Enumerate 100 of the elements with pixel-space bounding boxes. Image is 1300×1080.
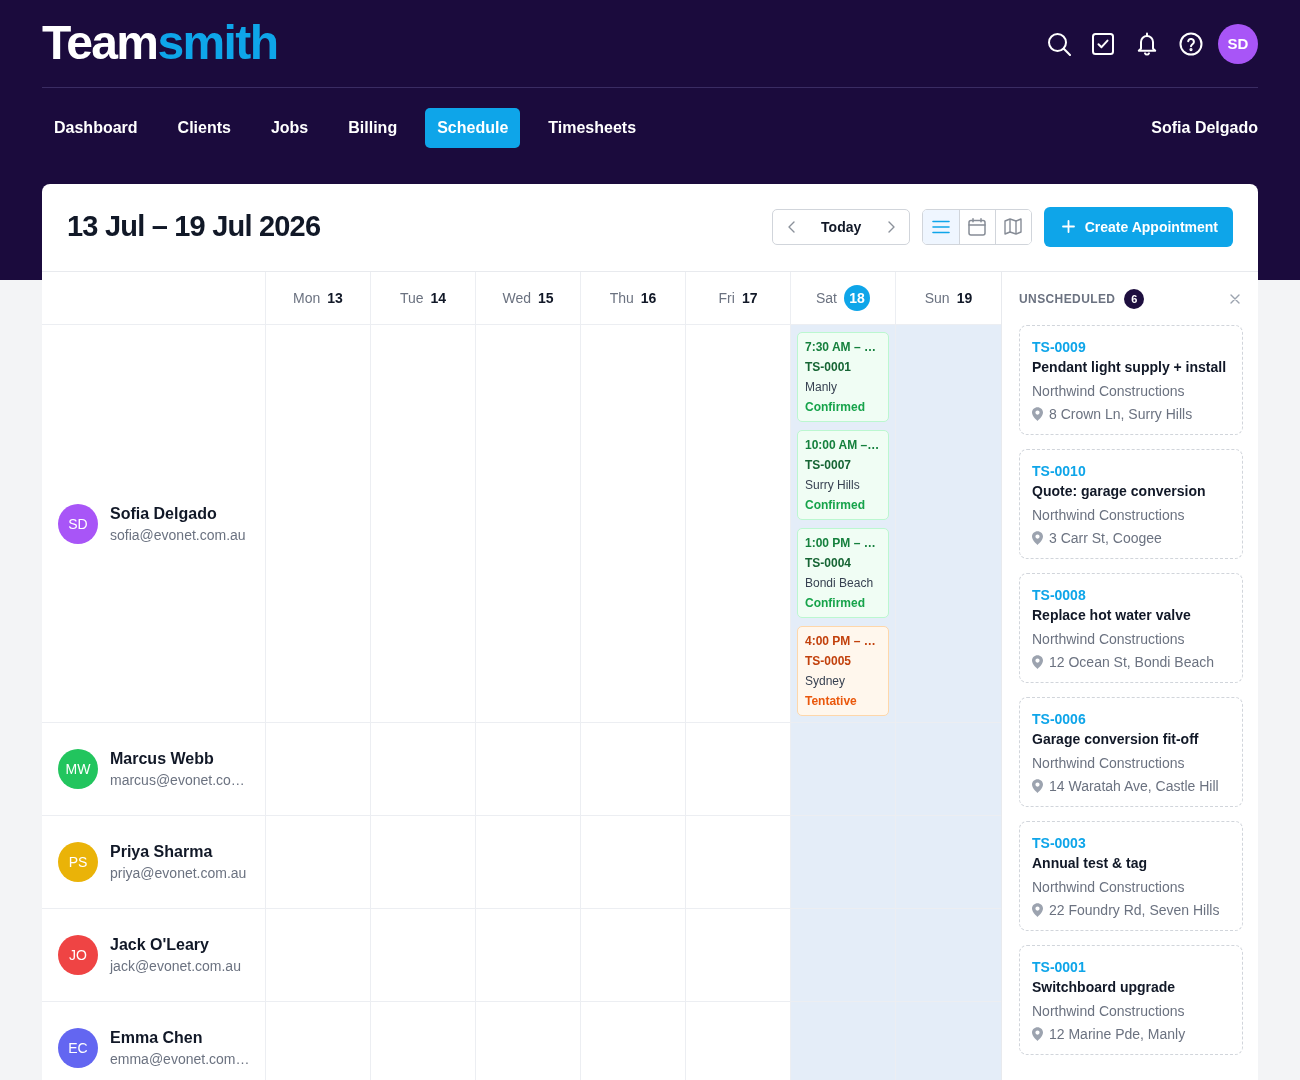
chevron-left-icon[interactable] (787, 220, 795, 233)
appointment-card[interactable]: 10:00 AM –… TS-0007 Surry Hills Confirmed (797, 430, 889, 520)
weekday-label: Sun (924, 290, 950, 306)
appointment-card[interactable]: 7:30 AM – … TS-0001 Manly Confirmed (797, 332, 889, 422)
avatar: SD (58, 503, 98, 544)
job-card[interactable]: TS-0006 Garage conversion fit-off Northwind Constructions 14 Waratah Ave, Castle Hill (1019, 697, 1243, 807)
status-label: Confirmed (805, 399, 866, 416)
schedule-cell[interactable] (686, 325, 791, 723)
appointment-location: Sydney (805, 673, 847, 690)
job-number: TS-0005 (805, 653, 853, 670)
avatar: MW (58, 749, 98, 789)
staff-name: Sofia Delgado (110, 503, 217, 524)
schedule-cell[interactable] (791, 909, 896, 1002)
nav-tab[interactable]: Clients (165, 108, 243, 148)
schedule-cell[interactable]: 7:30 AM – … TS-0001 Manly Confirmed 10:00 AM –… TS-0007 Surry Hills Confirmed 1:00 PM – … TS-0004 Bondi Beach Confirmed 4:00 PM – … TS-0005 Sydney Tentative (791, 325, 896, 723)
close-icon[interactable] (1230, 293, 1240, 304)
staff-email: priya@evonet.com.au (110, 864, 247, 883)
count-badge: 6 (1124, 288, 1145, 309)
job-address: 12 Ocean St, Bondi Beach (1049, 653, 1214, 672)
appointment-location: Manly (805, 379, 838, 396)
schedule-cell[interactable] (896, 909, 1001, 1002)
pin-icon (1032, 531, 1043, 545)
job-card[interactable]: TS-0009 Pendant light supply + install Northwind Constructions 8 Crown Ln, Surry Hills (1019, 325, 1243, 435)
appointment-time: 7:30 AM – … (805, 339, 877, 356)
schedule-cell[interactable] (896, 723, 1001, 816)
job-address: 3 Carr St, Coogee (1049, 529, 1162, 548)
job-card[interactable]: TS-0001 Switchboard upgrade Northwind Constructions 12 Marine Pde, Manly (1019, 945, 1243, 1055)
nav-tab[interactable]: Dashboard (42, 108, 150, 148)
staff-email: sofia@evonet.com.au (110, 525, 246, 545)
today-button[interactable]: Today (794, 209, 888, 244)
job-number: TS-0010 (1032, 462, 1087, 481)
user-name: Sofia Delgado (1151, 119, 1258, 137)
plus-icon (1061, 220, 1075, 233)
nav-tab[interactable]: Billing (336, 108, 410, 148)
job-address: 22 Foundry Rd, Seven Hills (1049, 901, 1220, 920)
job-title: Pendant light supply + install (1032, 358, 1228, 377)
appointment-card[interactable]: 1:00 PM – … TS-0004 Bondi Beach Confirmed (797, 528, 889, 618)
view-button[interactable] (922, 209, 959, 244)
pin-icon (1032, 1027, 1043, 1041)
staff-email: marcus@evonet.co… (110, 771, 245, 790)
schedule-cell[interactable] (896, 1002, 1001, 1080)
pin-icon (1032, 903, 1043, 917)
client-name: Northwind Constructions (1032, 630, 1186, 649)
job-card[interactable]: TS-0010 Quote: garage conversion Northwind Constructions 3 Carr St, Coogee (1019, 449, 1243, 559)
search-icon[interactable] (1047, 31, 1071, 56)
schedule-cell[interactable] (791, 723, 896, 816)
user-avatar[interactable]: SD (1218, 23, 1258, 64)
weekday-label: Thu (609, 290, 634, 306)
job-card[interactable]: TS-0003 Annual test & tag Northwind Constructions 22 Foundry Rd, Seven Hills (1019, 821, 1243, 931)
pin-icon (1032, 779, 1043, 793)
chevron-right-icon[interactable] (887, 220, 895, 233)
map-icon[interactable] (1004, 218, 1023, 235)
appointment-time: 10:00 AM –… (805, 437, 881, 454)
job-address: 14 Waratah Ave, Castle Hill (1049, 777, 1219, 796)
appointment-card[interactable]: 4:00 PM – … TS-0005 Sydney Tentative (797, 626, 889, 716)
weekday-label: Mon (293, 290, 321, 306)
staff-name: Marcus Webb (110, 749, 214, 769)
date-label: 15 (538, 289, 554, 308)
client-name: Northwind Constructions (1032, 754, 1186, 773)
staff-email: jack@evonet.com.au (110, 957, 241, 976)
schedule-cell[interactable] (686, 723, 791, 816)
job-number: TS-0004 (805, 555, 853, 572)
panel-title: UNSCHEDULED (1019, 291, 1116, 306)
view-button[interactable] (994, 209, 1031, 244)
date-label: 16 (640, 289, 657, 308)
checkbox-icon[interactable] (1091, 31, 1115, 56)
weekday-label: Tue (399, 290, 424, 306)
list-icon[interactable] (931, 219, 950, 234)
job-number: TS-0007 (805, 457, 853, 474)
help-icon[interactable] (1179, 31, 1203, 56)
job-title: Switchboard upgrade (1032, 978, 1177, 997)
bell-icon[interactable] (1135, 31, 1159, 56)
avatar: PS (58, 842, 98, 882)
date-label: 17 (741, 289, 758, 308)
staff-email: emma@evonet.com… (110, 1050, 250, 1069)
job-address: 8 Crown Ln, Surry Hills (1049, 405, 1193, 424)
calendar-icon[interactable] (968, 217, 987, 236)
weekday-label: Sat (816, 290, 837, 306)
schedule-cell[interactable] (686, 816, 791, 909)
schedule-cell[interactable] (896, 816, 1001, 909)
client-name: Northwind Constructions (1032, 1002, 1186, 1021)
client-name: Northwind Constructions (1032, 878, 1186, 897)
schedule-cell[interactable] (896, 325, 1001, 723)
schedule-cell[interactable] (791, 1002, 896, 1080)
staff-name: Priya Sharma (110, 842, 213, 862)
date-label: 13 (327, 289, 343, 308)
schedule-cell[interactable] (686, 909, 791, 1002)
pin-icon (1032, 655, 1043, 669)
logo: Teamsmith (42, 18, 278, 67)
appointment-location: Surry Hills (805, 477, 861, 494)
today-date-badge: 18 (844, 285, 870, 311)
nav-tab[interactable]: Timesheets (536, 108, 649, 148)
job-card[interactable]: TS-0008 Replace hot water valve Northwind Constructions 12 Ocean St, Bondi Beach (1019, 573, 1243, 683)
status-label: Confirmed (805, 595, 866, 612)
status-label: Confirmed (805, 497, 866, 514)
client-name: Northwind Constructions (1032, 506, 1186, 525)
schedule-cell[interactable] (791, 816, 896, 909)
nav-tab[interactable]: Jobs (258, 108, 321, 148)
job-number: TS-0001 (805, 359, 853, 376)
client-name: Northwind Constructions (1032, 382, 1186, 401)
